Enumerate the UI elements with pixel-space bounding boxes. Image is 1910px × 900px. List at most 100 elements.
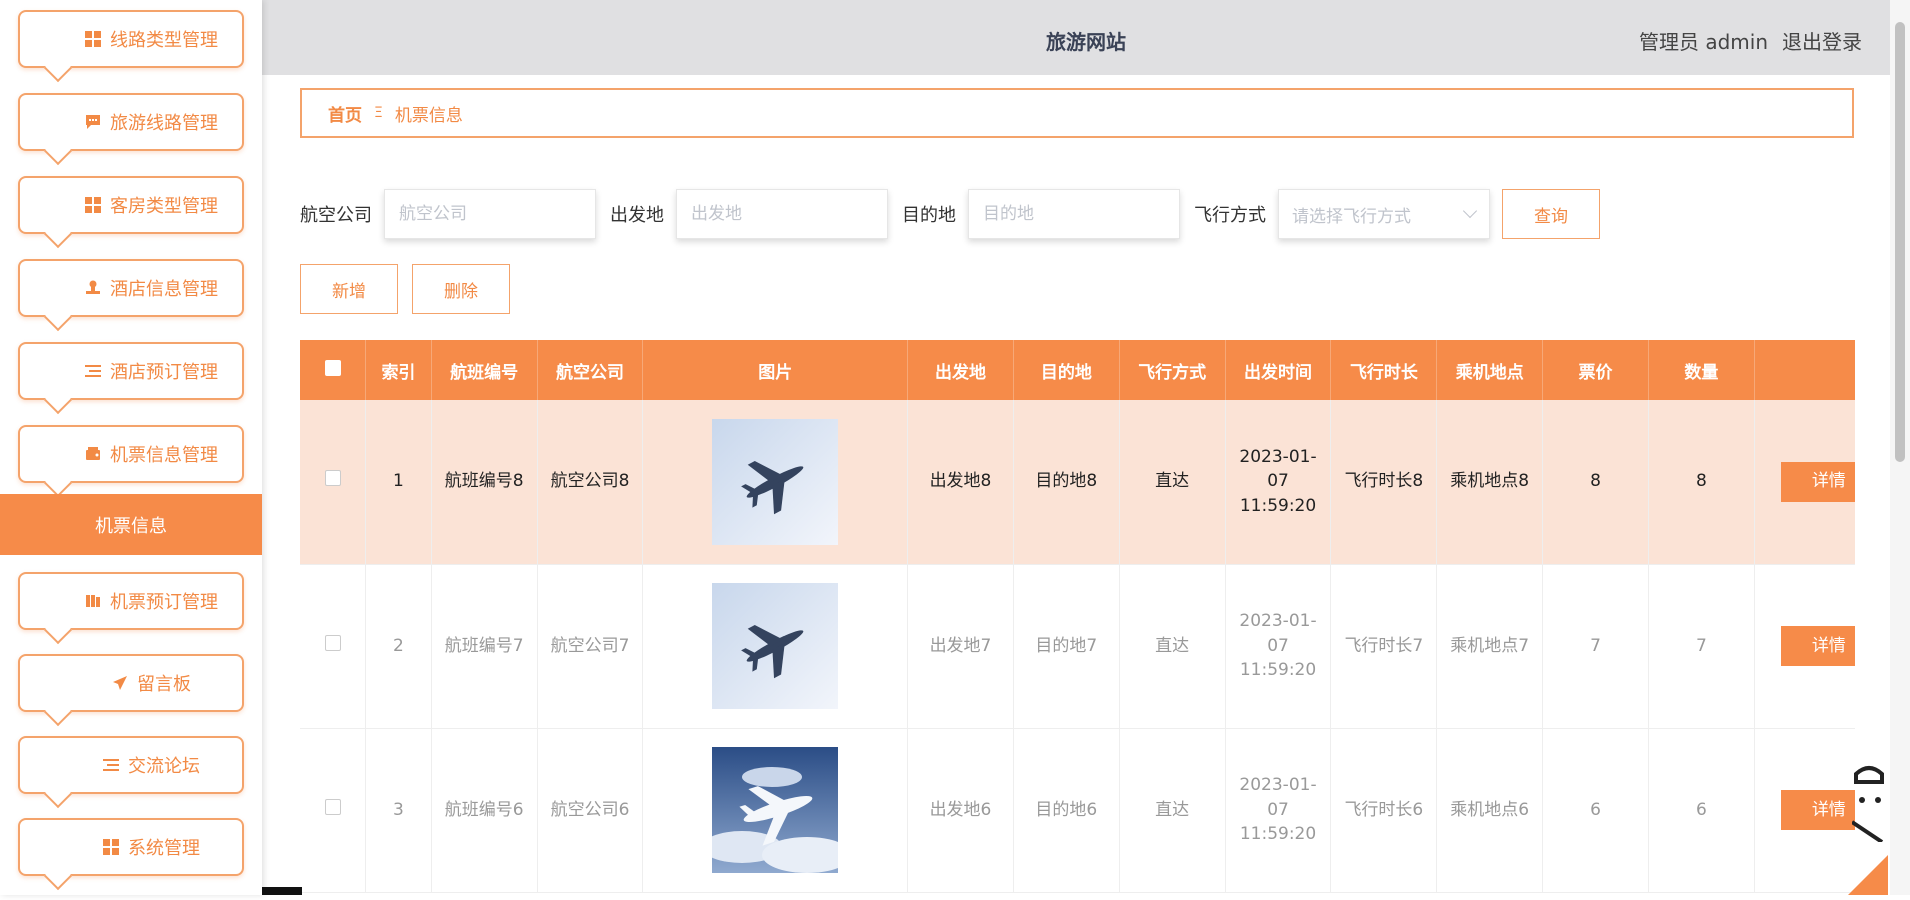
breadcrumb-current: 机票信息	[395, 101, 463, 126]
header-to: 目的地	[1013, 340, 1119, 400]
cell-image	[643, 564, 908, 728]
cell-flight-no: 航班编号7	[431, 564, 537, 728]
cell-image	[643, 728, 908, 892]
from-label: 出发地	[610, 201, 664, 227]
cell-from: 出发地7	[908, 564, 1014, 728]
sidebar-item-label: 旅游线路管理	[110, 109, 218, 135]
header-index: 索引	[366, 340, 432, 400]
delete-button[interactable]: 删除	[412, 264, 510, 314]
user-area: 管理员 admin 退出登录	[1639, 26, 1862, 55]
flight-mode-placeholder: 请选择飞行方式	[1292, 202, 1411, 227]
airline-label: 航空公司	[300, 201, 372, 227]
select-all-cell	[300, 340, 366, 400]
sidebar-item-tour-routes[interactable]: 旅游线路管理	[18, 93, 244, 151]
to-input[interactable]	[968, 189, 1180, 239]
query-button[interactable]: 查询	[1502, 189, 1600, 239]
cell-flight-no: 航班编号6	[431, 728, 537, 892]
sidebar-item-label: 客房类型管理	[110, 192, 218, 218]
sidebar-item-route-types[interactable]: 线路类型管理	[18, 10, 244, 68]
cell-mode: 直达	[1119, 564, 1225, 728]
logout-link[interactable]: 退出登录	[1782, 26, 1862, 55]
header-duration: 飞行时长	[1331, 340, 1437, 400]
row-checkbox[interactable]	[325, 635, 341, 651]
cell-to: 目的地6	[1013, 728, 1119, 892]
table-row[interactable]: 2 航班编号7 航空公司7	[300, 564, 1855, 728]
send-icon	[111, 674, 129, 692]
sidebar-item-room-types[interactable]: 客房类型管理	[18, 176, 244, 234]
row-checkbox[interactable]	[325, 470, 341, 486]
cell-price: 6	[1543, 728, 1649, 892]
cell-airline: 航空公司6	[537, 728, 643, 892]
sidebar-item-hotel-booking[interactable]: 酒店预订管理	[18, 342, 244, 400]
floating-tool-icon[interactable]	[1852, 762, 1886, 842]
cell-duration: 飞行时长6	[1331, 728, 1437, 892]
cell-index: 2	[366, 564, 432, 728]
cell-airline: 航空公司7	[537, 564, 643, 728]
cell-mode: 直达	[1119, 400, 1225, 564]
ticket-table: 索引 航班编号 航空公司 图片 出发地 目的地 飞行方式 出发时间 飞行时长 乘…	[300, 340, 1855, 893]
user-label: 管理员 admin	[1639, 26, 1768, 55]
breadcrumb-separator-icon: Ξ	[374, 105, 383, 121]
cell-mode: 直达	[1119, 728, 1225, 892]
header-price: 票价	[1543, 340, 1649, 400]
sidebar-item-ticket-booking[interactable]: 机票预订管理	[18, 572, 244, 630]
select-all-checkbox[interactable]	[325, 360, 341, 376]
sidebar-subitem-ticket-info[interactable]: 机票信息	[0, 494, 262, 555]
scrollbar[interactable]	[1890, 0, 1910, 895]
detail-button[interactable]: 详情	[1781, 626, 1855, 666]
header-mode: 飞行方式	[1119, 340, 1225, 400]
cell-ops: 详情修改	[1754, 728, 1855, 892]
mode-label: 飞行方式	[1194, 201, 1266, 227]
cell-airline: 航空公司8	[537, 400, 643, 564]
header-from: 出发地	[908, 340, 1014, 400]
airline-input[interactable]	[384, 189, 596, 239]
header-flight-no: 航班编号	[431, 340, 537, 400]
table-header-row: 索引 航班编号 航空公司 图片 出发地 目的地 飞行方式 出发时间 飞行时长 乘…	[300, 340, 1855, 400]
cell-index: 1	[366, 400, 432, 564]
sidebar: 线路类型管理 旅游线路管理 客房类型管理 酒店信息管理 酒店预订管理 机票信息管…	[0, 0, 262, 895]
header-image: 图片	[643, 340, 908, 400]
cell-image	[643, 400, 908, 564]
header-airline: 航空公司	[537, 340, 643, 400]
table-row[interactable]: 3 航班编号6 航空公司6	[300, 728, 1855, 892]
sidebar-item-ticket-info[interactable]: 机票信息管理	[18, 425, 244, 483]
sidebar-item-hotel-info[interactable]: 酒店信息管理	[18, 259, 244, 317]
action-bar: 新增 删除	[300, 264, 510, 314]
row-checkbox[interactable]	[325, 799, 341, 815]
header-qty: 数量	[1648, 340, 1754, 400]
cell-boarding: 乘机地点6	[1437, 728, 1543, 892]
detail-button[interactable]: 详情	[1781, 462, 1855, 502]
cell-time: 2023-01-07 11:59:20	[1225, 400, 1331, 564]
breadcrumb-home[interactable]: 首页	[328, 101, 362, 126]
cell-duration: 飞行时长7	[1331, 564, 1437, 728]
stamp-icon	[84, 279, 102, 297]
sidebar-item-message-board[interactable]: 留言板	[18, 654, 244, 712]
sidebar-item-label: 交流论坛	[128, 752, 200, 778]
sidebar-item-label: 酒店信息管理	[110, 275, 218, 301]
sidebar-item-label: 机票信息管理	[110, 441, 218, 467]
cell-boarding: 乘机地点8	[1437, 400, 1543, 564]
cell-ops: 详情修改	[1754, 400, 1855, 564]
list-icon	[84, 362, 102, 380]
add-button[interactable]: 新增	[300, 264, 398, 314]
chevron-down-icon	[1463, 204, 1477, 218]
book-icon	[84, 592, 102, 610]
flight-mode-select[interactable]: 请选择飞行方式	[1278, 189, 1490, 239]
from-input[interactable]	[676, 189, 888, 239]
cell-from: 出发地8	[908, 400, 1014, 564]
list-icon	[102, 756, 120, 774]
sidebar-item-forum[interactable]: 交流论坛	[18, 736, 244, 794]
cell-ops: 详情修改	[1754, 564, 1855, 728]
sidebar-item-label: 线路类型管理	[110, 26, 218, 52]
scrollbar-thumb[interactable]	[1895, 22, 1905, 462]
detail-button[interactable]: 详情	[1781, 790, 1855, 830]
wallet-icon	[84, 445, 102, 463]
sidebar-item-system[interactable]: 系统管理	[18, 818, 244, 876]
to-label: 目的地	[902, 201, 956, 227]
sidebar-item-label: 留言板	[137, 670, 191, 696]
airplane-image	[712, 419, 838, 545]
header-ops: 操作	[1754, 340, 1855, 400]
corner-decoration	[1848, 855, 1888, 895]
grid-icon	[84, 196, 102, 214]
table-row[interactable]: 1 航班编号8 航空公司8	[300, 400, 1855, 564]
